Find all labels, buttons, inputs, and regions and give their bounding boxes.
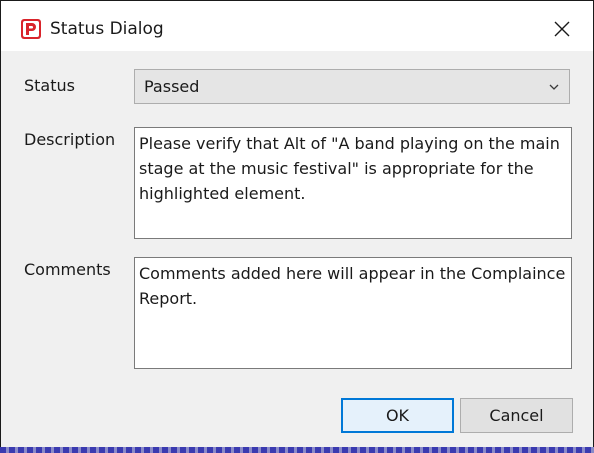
chevron-down-icon bbox=[549, 84, 559, 90]
ok-button[interactable]: OK bbox=[341, 398, 454, 433]
app-logo-icon bbox=[21, 19, 41, 39]
window-title: Status Dialog bbox=[50, 19, 164, 39]
status-select[interactable]: Passed bbox=[134, 69, 570, 104]
background-window-strip bbox=[0, 447, 594, 453]
close-icon bbox=[554, 21, 570, 37]
comments-text: Comments added here will appear in the C… bbox=[139, 264, 571, 308]
description-field[interactable]: Please verify that Alt of "A band playin… bbox=[134, 127, 572, 239]
cancel-button[interactable]: Cancel bbox=[460, 398, 573, 433]
description-label: Description bbox=[24, 130, 116, 149]
status-select-value: Passed bbox=[144, 77, 200, 96]
status-dialog: Status Dialog Status Passed Description … bbox=[0, 0, 594, 453]
close-button[interactable] bbox=[539, 9, 585, 49]
comments-label: Comments bbox=[24, 260, 111, 279]
comments-field[interactable]: Comments added here will appear in the C… bbox=[134, 257, 572, 369]
title-bar[interactable]: Status Dialog bbox=[1, 1, 593, 51]
status-label: Status bbox=[24, 76, 75, 95]
description-text: Please verify that Alt of "A band playin… bbox=[139, 134, 565, 203]
